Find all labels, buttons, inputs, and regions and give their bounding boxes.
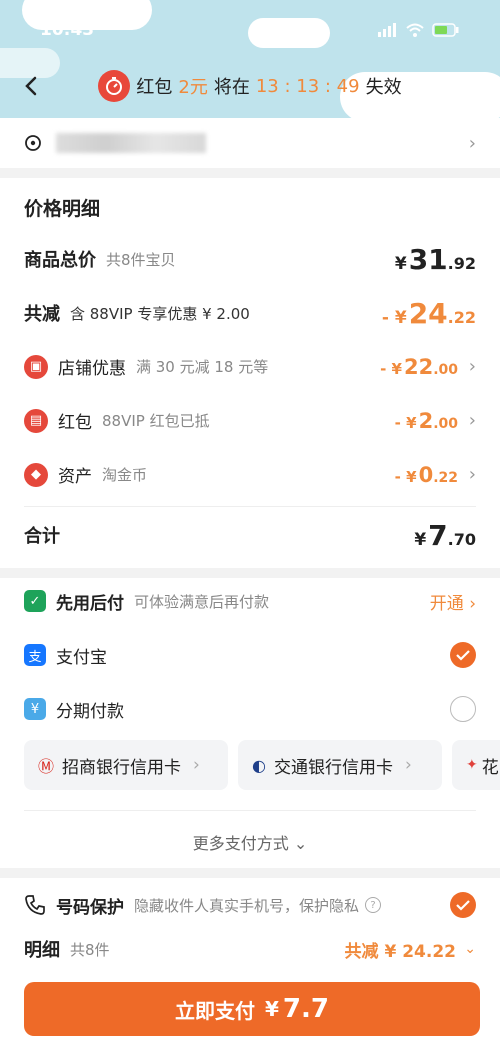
- divider: [24, 506, 476, 507]
- sum-row: 合计 ¥ 7 .70: [24, 519, 476, 552]
- redpacket-countdown: 红包 2元 将在 13 : 13 : 49 失效: [98, 70, 402, 102]
- chevron-left-icon[interactable]: [18, 72, 46, 100]
- bank-card-option[interactable]: ✦ 花: [452, 740, 500, 790]
- total-note: 共8件宝贝: [106, 250, 176, 269]
- shop-icon: ▣: [24, 354, 48, 379]
- status-bar: 10:43: [40, 18, 460, 42]
- reduce-row: 共减 含 88VIP 专享优惠 ¥ 2.00 - ¥ 24 .22: [24, 297, 476, 330]
- discount-item[interactable]: ◆ 资产 淘金币 - ¥ 0 .22 ›: [24, 462, 476, 487]
- bank-card-label: 花: [481, 757, 499, 778]
- wifi-icon: [406, 23, 424, 37]
- discount-note: 淘金币: [102, 466, 148, 484]
- installment-icon: ¥: [24, 698, 46, 720]
- redpacket-label: 红包: [136, 77, 173, 98]
- stopwatch-icon: [98, 70, 131, 102]
- protect-label: 号码保护: [56, 897, 124, 918]
- pay-later-row[interactable]: ✓ 先用后付 可体验满意后再付款 开通 ›: [24, 586, 476, 616]
- payment-card: ✓ 先用后付 可体验满意后再付款 开通 › 支 支付宝 ¥ 分期付款 Ⓜ 招商银…: [0, 578, 500, 868]
- redpacket-amount: 2元: [178, 77, 208, 98]
- discount-amount: - ¥ 22 .00: [380, 354, 458, 379]
- discount-item[interactable]: ▤ 红包 88VIP 红包已抵 - ¥ 2 .00 ›: [24, 408, 476, 433]
- countdown-time: 13 : 13 : 49: [255, 75, 360, 97]
- bank-card-label: 招商银行信用卡: [62, 757, 182, 778]
- discount-item[interactable]: ▣ 店铺优惠 满 30 元减 18 元等 - ¥ 22 .00 ›: [24, 354, 476, 379]
- pay-now-button[interactable]: 立即支付 ¥ 7.7: [24, 982, 480, 1036]
- detail-row[interactable]: 明细 共8件 共减 ¥ 24.22 ⌄: [24, 934, 476, 964]
- discount-label: 店铺优惠: [58, 359, 126, 379]
- bottom-bar: 号码保护 隐藏收件人真实手机号，保护隐私 ? 明细 共8件 共减 ¥ 24.22…: [0, 878, 500, 1045]
- discount-label: 红包: [58, 413, 92, 433]
- total-amount: ¥ 31 .92: [394, 242, 476, 276]
- address-row[interactable]: ›: [0, 118, 500, 168]
- cmb-bank-icon: Ⓜ: [38, 757, 55, 776]
- activate-link[interactable]: 开通 ›: [430, 589, 476, 614]
- bocom-bank-icon: ◐: [252, 755, 266, 775]
- nav-bar: 红包 2元 将在 13 : 13 : 49 失效: [0, 64, 500, 108]
- discount-amount: - ¥ 2 .00: [394, 408, 458, 433]
- pay-later-icon: ✓: [24, 590, 46, 612]
- reduce-amount: - ¥ 24 .22: [381, 296, 476, 330]
- bank-card-label: 交通银行信用卡: [273, 757, 393, 778]
- pay-yen: ¥: [265, 997, 279, 1021]
- installment-row[interactable]: ¥ 分期付款: [24, 694, 476, 724]
- header-background: 10:43 红包 2元 将在 13 : 13 : 49 失效: [0, 0, 500, 118]
- chevron-right-icon: ›: [468, 132, 476, 154]
- reduce-label: 共减: [24, 304, 60, 325]
- discount-note: 88VIP 红包已抵: [102, 412, 210, 430]
- battery-icon: [432, 23, 459, 37]
- divider: [24, 810, 476, 811]
- price-detail-card: 价格明细 商品总价 共8件宝贝 ¥ 31 .92 共减 含 88VIP 专享优惠…: [0, 178, 500, 568]
- checked-icon[interactable]: [450, 642, 476, 668]
- chevron-right-icon: ›: [404, 755, 412, 775]
- status-time: 10:43: [40, 20, 95, 40]
- discount-note: 满 30 元减 18 元等: [136, 358, 269, 376]
- pay-later-note: 可体验满意后再付款: [134, 592, 270, 611]
- bank-card-option[interactable]: Ⓜ 招商银行信用卡 ›: [24, 740, 228, 790]
- detail-count: 共8件: [70, 940, 110, 959]
- help-icon[interactable]: ?: [365, 897, 382, 913]
- chevron-double-down-icon[interactable]: ⌄: [464, 941, 476, 957]
- alipay-icon: 支: [24, 644, 46, 666]
- discount-label: 资产: [58, 467, 92, 487]
- more-payment-methods[interactable]: 更多支付方式 ⌄: [0, 830, 500, 854]
- sum-amount: ¥ 7 .70: [414, 518, 476, 552]
- detail-reduce: 共减 ¥ 24.22: [344, 941, 456, 962]
- red-packet-icon: ▤: [24, 408, 48, 433]
- alipay-label: 支付宝: [56, 647, 107, 668]
- phone-icon: [25, 895, 45, 915]
- coin-tag-icon: ◆: [24, 462, 48, 487]
- bank-card-option[interactable]: ◐ 交通银行信用卡 ›: [238, 740, 442, 790]
- location-pin-icon: [25, 135, 41, 151]
- chevron-right-icon: ›: [193, 755, 200, 775]
- huabei-icon: ✦: [466, 757, 478, 773]
- sum-label: 合计: [24, 526, 60, 547]
- detail-label: 明细: [24, 940, 60, 961]
- alipay-row[interactable]: 支 支付宝: [24, 640, 476, 670]
- radio-unchecked-icon[interactable]: [450, 696, 476, 722]
- expire-suffix: 失效: [365, 77, 402, 98]
- pay-later-label: 先用后付: [56, 593, 124, 614]
- discount-amount: - ¥ 0 .22: [394, 462, 458, 487]
- expire-prefix: 将在: [213, 77, 250, 98]
- installment-label: 分期付款: [56, 701, 124, 722]
- total-label: 商品总价: [24, 250, 96, 271]
- total-row: 商品总价 共8件宝贝 ¥ 31 .92: [24, 243, 476, 276]
- protect-note: 隐藏收件人真实手机号，保护隐私: [134, 896, 360, 915]
- pay-amount: 7.7: [282, 994, 329, 1024]
- reduce-note: 含 88VIP 专享优惠 ¥ 2.00: [70, 304, 250, 323]
- address-blurred: [56, 133, 206, 153]
- price-detail-heading: 价格明细: [24, 198, 101, 220]
- pay-label: 立即支付: [175, 998, 255, 1023]
- chevron-right-icon: ›: [468, 410, 476, 431]
- number-protect-row[interactable]: 号码保护 隐藏收件人真实手机号，保护隐私 ?: [24, 890, 476, 920]
- chevron-right-icon: ›: [468, 356, 476, 377]
- signal-icon: [378, 23, 396, 37]
- checked-icon[interactable]: [450, 892, 476, 918]
- chevron-right-icon: ›: [468, 464, 476, 485]
